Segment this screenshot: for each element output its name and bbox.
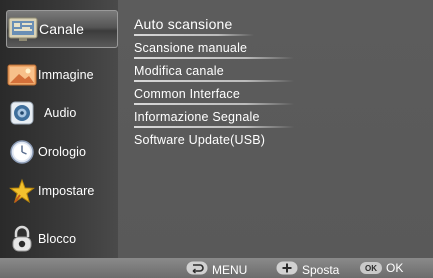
category-sidebar: Canale Immagine Audio Orologio Impostare… [0, 0, 118, 278]
channel-submenu: Auto scansione Scansione manuale Modific… [118, 0, 433, 258]
menu-item-divider [134, 103, 294, 105]
lock-icon [6, 225, 38, 253]
sidebar-item-impostare[interactable]: Impostare [6, 172, 118, 210]
sidebar-item-label: Immagine [38, 68, 94, 82]
menu-item-modifica-canale[interactable]: Modifica canale [134, 64, 294, 78]
return-arrow-icon [186, 261, 208, 278]
move-hint-label: Sposta [302, 262, 340, 277]
sidebar-item-label: Canale [39, 21, 84, 37]
sidebar-item-label: Orologio [38, 145, 87, 159]
tv-osd-screen: Canale Immagine Audio Orologio Impostare… [0, 0, 433, 278]
sidebar-item-label: Impostare [38, 184, 95, 198]
menu-item-divider [134, 80, 294, 82]
clock-icon [6, 138, 38, 166]
menu-item-divider [134, 34, 254, 36]
sidebar-item-immagine[interactable]: Immagine [6, 56, 118, 94]
ok-key-hint[interactable]: OK OK [360, 261, 403, 275]
menu-item-common-interface[interactable]: Common Interface [134, 87, 294, 101]
picture-icon [6, 61, 38, 89]
sidebar-item-canale[interactable]: Canale [6, 10, 118, 48]
star-icon [6, 177, 38, 205]
sidebar-item-label: Audio [44, 106, 77, 120]
menu-item-informazione-segnale[interactable]: Informazione Segnale [134, 110, 294, 124]
menu-item-scansione-manuale[interactable]: Scansione manuale [134, 41, 294, 55]
dpad-icon [276, 261, 298, 278]
menu-item-auto-scansione[interactable]: Auto scansione [134, 16, 294, 32]
channel-tv-icon [7, 15, 39, 43]
menu-key-hint[interactable]: MENU [186, 261, 247, 278]
ok-button-icon: OK [360, 262, 382, 274]
key-hint-bar: MENU Sposta OK OK [0, 258, 433, 278]
sidebar-item-label: Blocco [38, 232, 77, 246]
sidebar-item-blocco[interactable]: Blocco [6, 220, 118, 258]
menu-item-divider [134, 57, 294, 59]
move-key-hint[interactable]: Sposta [276, 261, 339, 278]
menu-item-software-update[interactable]: Software Update(USB) [134, 133, 294, 147]
menu-hint-label: MENU [212, 262, 248, 277]
ok-hint-label: OK [386, 261, 404, 275]
sidebar-item-orologio[interactable]: Orologio [6, 133, 118, 171]
menu-item-divider [134, 126, 294, 128]
speaker-icon [6, 99, 38, 127]
sidebar-item-audio[interactable]: Audio [6, 94, 118, 132]
